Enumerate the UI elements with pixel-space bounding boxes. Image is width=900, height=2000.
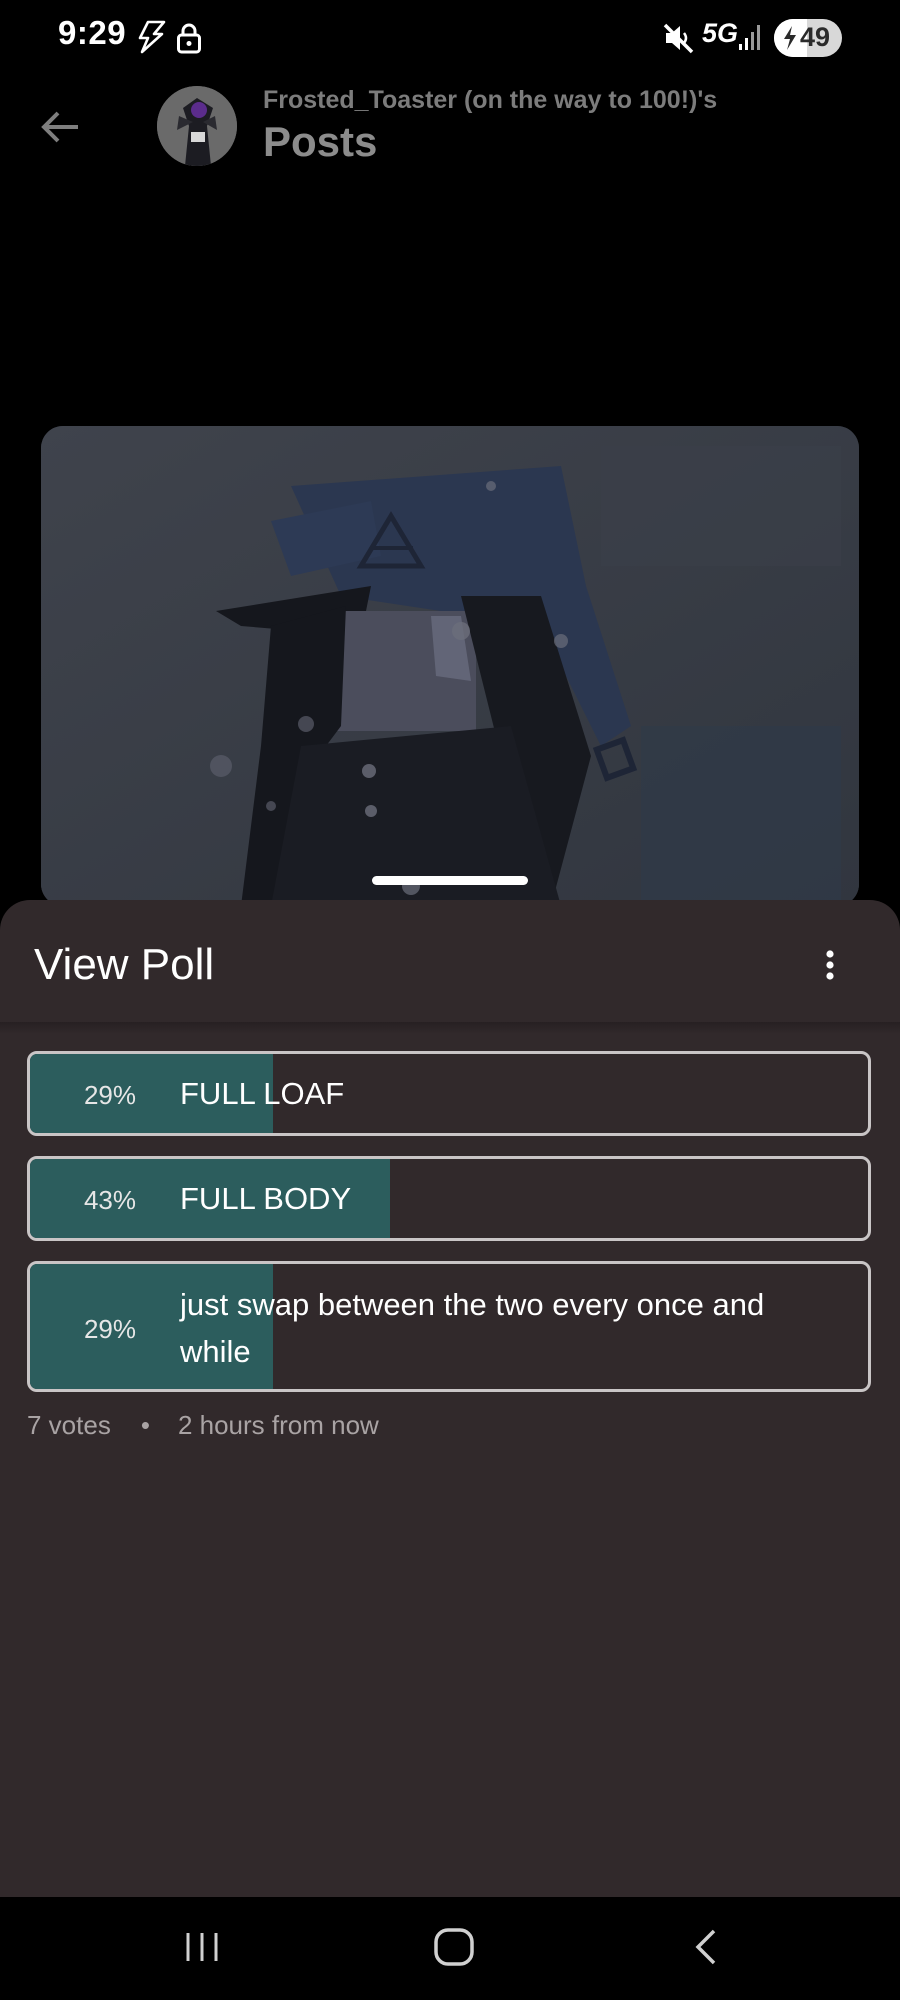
poll-option-1[interactable]: 29% FULL LOAF	[27, 1051, 871, 1136]
poll-option-label: FULL BODY	[180, 1181, 352, 1216]
poll-option-2[interactable]: 43% FULL BODY	[27, 1156, 871, 1241]
avatar-image	[157, 86, 237, 166]
sheet-divider	[0, 1022, 900, 1034]
vote-count: 7 votes	[27, 1410, 111, 1440]
recent-apps-icon[interactable]	[182, 1927, 222, 1967]
meta-separator: •	[140, 1410, 150, 1440]
poll-option-3[interactable]: 29% just swap between the two every once…	[27, 1261, 871, 1392]
screen: 9:29 5G 49 Frosted_Toaster (on the way t…	[0, 0, 900, 2000]
back-icon[interactable]	[688, 1927, 724, 1967]
poll-option-label: FULL LOAF	[180, 1076, 345, 1111]
battery-bolt-icon	[784, 26, 796, 50]
poll-percent: 29%	[83, 1080, 137, 1110]
battery-icon: 49	[774, 19, 842, 57]
status-bar: 9:29 5G 49	[0, 0, 900, 76]
arrow-left-icon	[41, 111, 78, 143]
mute-icon	[663, 23, 694, 54]
network-type: 5G	[702, 18, 739, 48]
navigation-bar	[0, 1897, 900, 2000]
poll-percent: 43%	[83, 1185, 137, 1215]
more-options-button[interactable]	[810, 946, 850, 986]
header-subtitle: Frosted_Toaster (on the way to 100!)'s	[263, 86, 718, 114]
drag-handle[interactable]	[372, 876, 528, 885]
status-time: 9:29	[58, 14, 127, 51]
sheet-title: View Poll	[34, 940, 215, 989]
poll-option-label: just swap between the two every once and…	[180, 1287, 765, 1369]
lock-icon	[177, 23, 201, 54]
header: Frosted_Toaster (on the way to 100!)'s P…	[0, 76, 900, 176]
charging-bolt-icon	[138, 20, 166, 54]
battery-level: 49	[800, 22, 831, 52]
signal-icon	[739, 25, 760, 50]
post-image	[41, 426, 859, 906]
home-icon[interactable]	[433, 1927, 475, 1967]
poll-percent: 29%	[83, 1314, 137, 1344]
poll-time-left: 2 hours from now	[177, 1410, 379, 1440]
avatar[interactable]	[157, 86, 237, 166]
poll-sheet: View Poll 29% FULL LOAF 43% FULL BODY 29…	[0, 900, 900, 1897]
page-title: Posts	[263, 118, 378, 165]
poll-meta: 7 votes • 2 hours from now	[27, 1410, 379, 1441]
more-vertical-icon	[826, 950, 834, 980]
back-button[interactable]	[36, 102, 86, 152]
